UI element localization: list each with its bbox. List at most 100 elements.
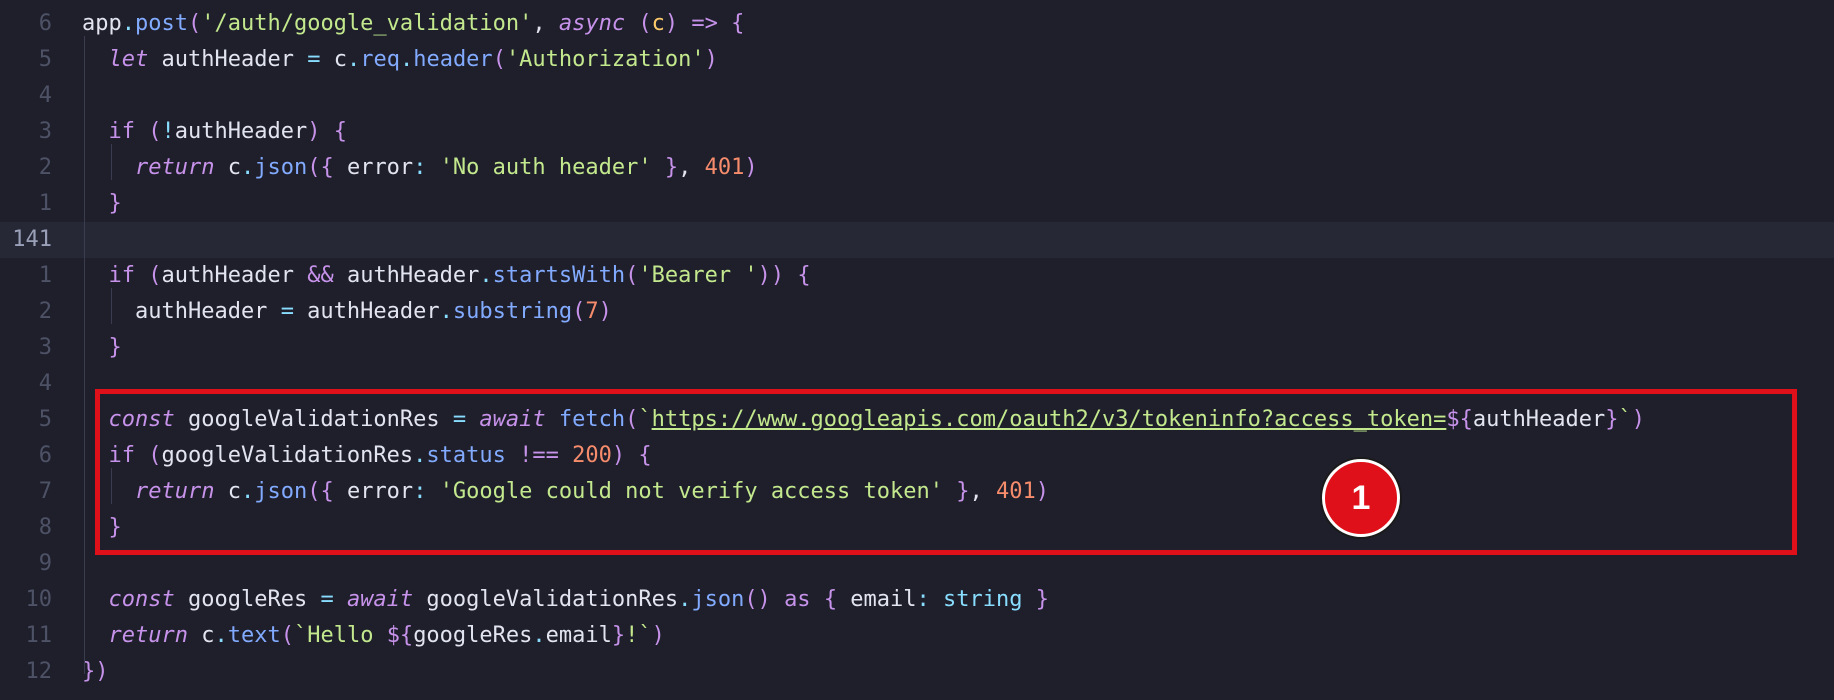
line-number: 2 xyxy=(38,155,52,180)
code-token: { xyxy=(823,587,838,612)
code-token: () xyxy=(744,587,771,612)
code-line[interactable]: 1 } xyxy=(0,186,1834,222)
code-text: let authHeader = c.req.header('Authoriza… xyxy=(82,42,718,78)
code-token: . xyxy=(532,623,546,648)
code-token: error xyxy=(333,155,414,180)
code-token: authHeader xyxy=(293,299,440,324)
code-token: return xyxy=(108,623,188,648)
code-token: header xyxy=(413,47,493,72)
code-token: ( xyxy=(187,11,202,36)
line-number: 8 xyxy=(38,515,52,540)
line-number: 12 xyxy=(25,659,53,684)
indent-guide-inner-2 xyxy=(111,288,112,324)
code-token: . xyxy=(240,155,255,180)
line-number: 4 xyxy=(38,83,52,108)
code-token: json xyxy=(254,155,308,180)
code-line[interactable]: 2 authHeader = authHeader.substring(7) xyxy=(0,294,1834,330)
code-line[interactable]: 11 return c.text(`Hello ${googleRes.emai… xyxy=(0,618,1834,654)
code-token: ) xyxy=(744,155,758,180)
code-line[interactable]: 2 return c.json({ error: 'No auth header… xyxy=(0,150,1834,186)
code-line[interactable]: 4 xyxy=(0,78,1834,114)
code-token: = xyxy=(307,47,321,72)
code-token: ) xyxy=(598,299,612,324)
code-token: const xyxy=(108,587,175,612)
code-line[interactable]: 3 } xyxy=(0,330,1834,366)
code-token: authHeader xyxy=(174,119,308,144)
code-token: string xyxy=(943,587,1023,612)
line-number: 5 xyxy=(38,47,52,72)
code-token: text xyxy=(227,623,281,648)
code-text: return c.json({ error: 'No auth header' … xyxy=(82,150,758,186)
code-token: }) xyxy=(82,659,109,684)
code-token: = xyxy=(320,587,334,612)
code-line[interactable]: 141 xyxy=(0,222,1834,258)
code-token: 'Authorization' xyxy=(505,47,705,72)
code-token: ({ xyxy=(307,155,334,180)
line-number: 141 xyxy=(12,227,52,252)
code-line[interactable]: 1 if (authHeader && authHeader.startsWit… xyxy=(0,258,1834,294)
code-token: googleRes xyxy=(174,587,321,612)
line-number: 1 xyxy=(38,263,52,288)
code-text: return c.text(`Hello ${googleRes.email}!… xyxy=(82,618,665,654)
code-token: ( xyxy=(148,263,162,288)
code-token: let xyxy=(108,47,149,72)
code-text: if (!authHeader) { xyxy=(82,114,347,150)
line-number: 11 xyxy=(25,623,53,648)
code-token: => xyxy=(691,11,718,36)
line-number: 7 xyxy=(38,479,52,504)
code-line[interactable]: 6 app.post('/auth/google_validation', asy… xyxy=(0,6,1834,42)
code-token: async xyxy=(558,11,626,36)
code-text: app.post('/auth/google_validation', asyn… xyxy=(82,6,744,42)
code-token: c xyxy=(651,11,665,36)
code-token: authHeader xyxy=(148,47,308,72)
line-number: 3 xyxy=(38,119,52,144)
code-token: { xyxy=(333,119,347,144)
code-token: , xyxy=(678,155,705,180)
code-token: . xyxy=(346,47,361,72)
code-token: . xyxy=(678,587,692,612)
code-token: c xyxy=(320,47,347,72)
code-token: !` xyxy=(625,623,652,648)
code-token: googleValidationRes xyxy=(413,587,679,612)
code-line[interactable]: 5 let authHeader = c.req.header('Authori… xyxy=(0,42,1834,78)
code-line[interactable]: 10 const googleRes = await googleValidat… xyxy=(0,582,1834,618)
code-token: . xyxy=(121,11,135,36)
code-token: ( xyxy=(572,299,586,324)
code-token: req xyxy=(360,47,400,72)
code-token: } xyxy=(1035,587,1050,612)
code-token: 7 xyxy=(585,299,599,324)
code-token: ! xyxy=(161,119,175,144)
code-token: `Hello xyxy=(293,623,387,648)
code-token: ( xyxy=(625,263,639,288)
code-token: ( xyxy=(148,119,162,144)
code-editor[interactable]: 6 app.post('/auth/google_validation', asy… xyxy=(0,0,1834,700)
code-token: 401 xyxy=(704,155,745,180)
line-number: 6 xyxy=(38,443,52,468)
code-token: if xyxy=(108,119,136,144)
code-token: : xyxy=(916,587,930,612)
code-line[interactable]: 3 if (!authHeader) { xyxy=(0,114,1834,150)
annotation-highlight-box xyxy=(95,389,1797,555)
code-token: } xyxy=(108,191,122,216)
line-number: 4 xyxy=(38,371,52,396)
code-text: }) xyxy=(82,654,109,690)
code-text: const googleRes = await googleValidation… xyxy=(82,582,1050,618)
annotation-badge: 1 xyxy=(1322,459,1400,537)
code-token: } xyxy=(108,335,122,360)
code-token: ) xyxy=(664,11,679,36)
line-number: 3 xyxy=(38,335,52,360)
code-line[interactable]: 12}) xyxy=(0,654,1834,690)
